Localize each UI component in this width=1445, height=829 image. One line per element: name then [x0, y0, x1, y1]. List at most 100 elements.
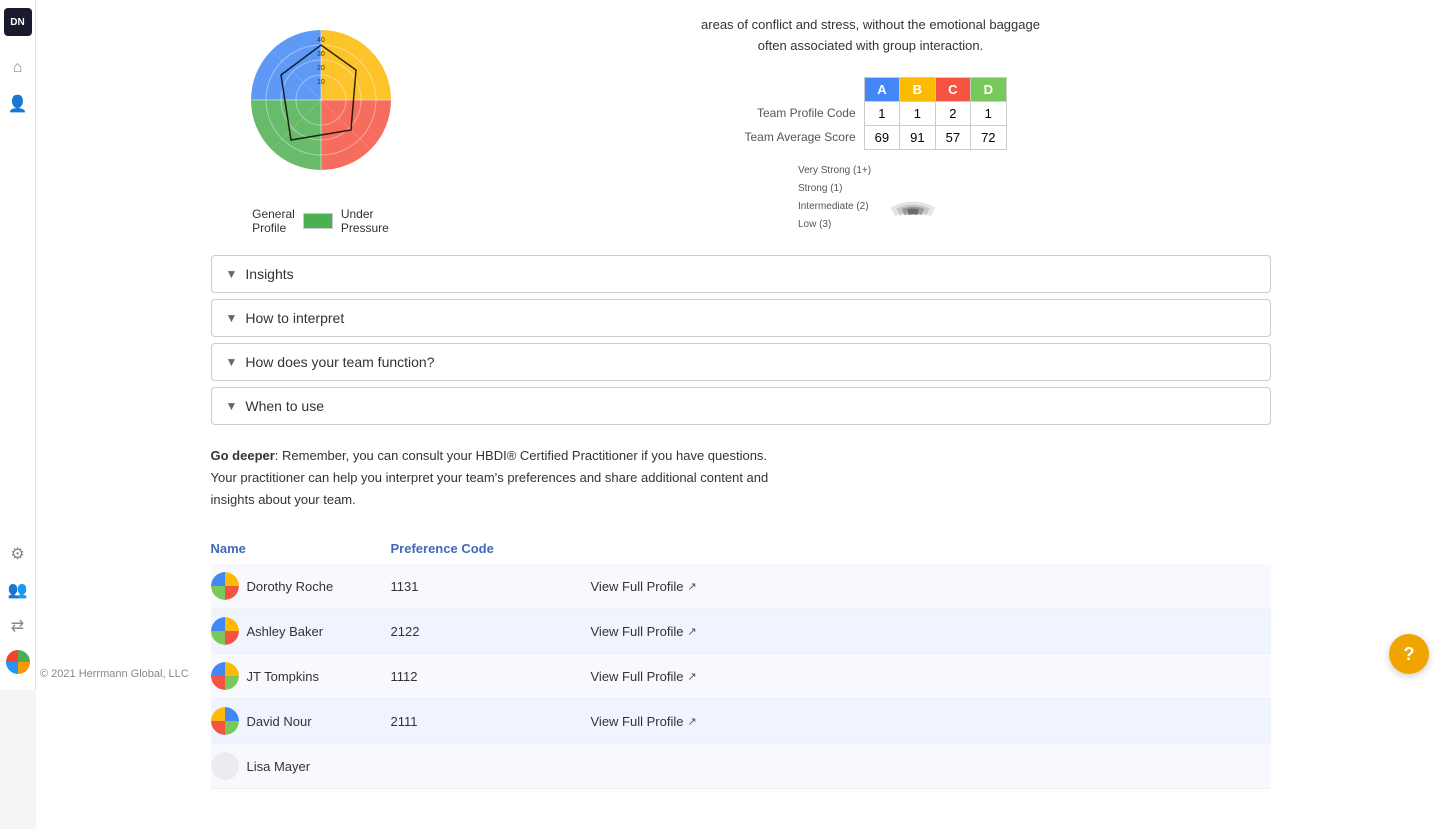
accordion-item-insights[interactable]: ▼ Insights [211, 255, 1271, 293]
chevron-down-icon: ▼ [226, 267, 238, 281]
transfer-icon[interactable]: ⇄ [6, 614, 30, 638]
col-header-a: A [864, 77, 899, 101]
svg-text:30: 30 [317, 51, 325, 58]
label-low: Low (3) [798, 216, 871, 234]
avatar [211, 662, 239, 690]
go-deeper-text: : Remember, you can consult your HBDI® C… [211, 448, 769, 507]
accordion-item-when[interactable]: ▼ When to use [211, 387, 1271, 425]
chevron-down-icon: ▼ [226, 399, 238, 413]
member-name: Lisa Mayer [247, 759, 311, 774]
svg-text:40: 40 [317, 37, 325, 44]
svg-text:20: 20 [317, 65, 325, 72]
arc-legend-svg [883, 162, 943, 217]
team-member-name-0: Dorothy Roche [211, 572, 391, 600]
chart-legend: General Profile Under Pressure [211, 207, 431, 235]
cell-d1: 1 [971, 101, 1006, 125]
pref-code-0: 1131 [391, 579, 591, 594]
footer-text: © 2021 Herrmann Global, LLC [40, 668, 189, 680]
list-item: JT Tompkins 1112 View Full Profile ↗ [211, 654, 1271, 699]
accordion-label-interpret: How to interpret [245, 310, 344, 326]
member-name: Ashley Baker [247, 624, 324, 639]
go-deeper-bold: Go deeper [211, 448, 275, 463]
accordion-header-insights: ▼ Insights [212, 256, 1270, 292]
list-item: David Nour 2111 View Full Profile ↗ [211, 699, 1271, 744]
row-label-2: Team Average Score [734, 125, 864, 149]
info-text: areas of conflict and stress, without th… [696, 15, 1046, 57]
team-icon[interactable]: 👥 [6, 578, 30, 602]
cell-b2: 91 [900, 125, 935, 149]
person-icon[interactable]: 👤 [6, 92, 30, 116]
help-button[interactable]: ? [1389, 634, 1429, 674]
team-table-header: Name Preference Code [211, 535, 1271, 562]
accordion-label-function: How does your team function? [245, 354, 434, 370]
go-deeper: Go deeper: Remember, you can consult you… [211, 445, 771, 511]
cell-c2: 57 [935, 125, 970, 149]
accordion-label-when: When to use [245, 398, 324, 414]
col-pref-header: Preference Code [391, 541, 591, 556]
view-profile-link-0[interactable]: View Full Profile ↗ [591, 579, 697, 594]
team-member-name-4: Lisa Mayer [211, 752, 391, 780]
info-panel: areas of conflict and stress, without th… [471, 10, 1271, 234]
label-very-strong: Very Strong (1+) [798, 162, 871, 180]
avatar [211, 572, 239, 600]
svg-text:10: 10 [317, 79, 325, 86]
col-name-header: Name [211, 541, 391, 556]
pref-code-1: 2122 [391, 624, 591, 639]
accordion-header-interpret: ▼ How to interpret [212, 300, 1270, 336]
table-row: Team Profile Code 1 1 2 1 [734, 101, 1006, 125]
settings-icon[interactable]: ⚙ [6, 542, 30, 566]
accordion-item-interpret[interactable]: ▼ How to interpret [211, 299, 1271, 337]
cell-c1: 2 [935, 101, 970, 125]
member-name: David Nour [247, 714, 312, 729]
col-header-b: B [900, 77, 935, 101]
cell-b1: 1 [900, 101, 935, 125]
accordion-header-function: ▼ How does your team function? [212, 344, 1270, 380]
strength-labels: Very Strong (1+) Strong (1) Intermediate… [798, 162, 871, 234]
team-member-name-2: JT Tompkins [211, 662, 391, 690]
team-table-section: Name Preference Code Dorothy Roche 1131 … [211, 535, 1271, 789]
cell-a2: 69 [864, 125, 899, 149]
avatar [211, 752, 239, 780]
pref-code-2: 1112 [391, 669, 591, 684]
accordion-label-insights: Insights [245, 266, 293, 282]
avatar [211, 707, 239, 735]
accordion-section: ▼ Insights ▼ How to interpret ▼ How does… [211, 255, 1271, 425]
col-header-d: D [971, 77, 1006, 101]
list-item: Lisa Mayer [211, 744, 1271, 789]
profile-table: A B C D Team Profile Code 1 1 2 [734, 77, 1006, 150]
label-intermediate: Intermediate (2) [798, 198, 871, 216]
table-row: Team Average Score 69 91 57 72 [734, 125, 1006, 149]
footer: © 2021 Herrmann Global, LLC [40, 668, 189, 680]
legend-box-green [303, 213, 333, 229]
accordion-header-when: ▼ When to use [212, 388, 1270, 424]
chevron-down-icon: ▼ [226, 355, 238, 369]
main-content: 40 30 20 10 General Profile Under Pressu… [36, 0, 1445, 829]
sidebar: DN ⌂ 👤 ⚙ 👥 ⇄ [0, 0, 36, 690]
label-strong: Strong (1) [798, 180, 871, 198]
under-pressure-label: Under Pressure [341, 207, 389, 235]
chevron-down-icon: ▼ [226, 311, 238, 325]
cell-d2: 72 [971, 125, 1006, 149]
view-profile-link-2[interactable]: View Full Profile ↗ [591, 669, 697, 684]
team-member-name-1: Ashley Baker [211, 617, 391, 645]
external-link-icon: ↗ [687, 670, 696, 683]
general-profile-label: General Profile [252, 207, 295, 235]
accordion-item-function[interactable]: ▼ How does your team function? [211, 343, 1271, 381]
external-link-icon: ↗ [687, 715, 696, 728]
sidebar-logo[interactable]: DN [4, 8, 32, 36]
cell-a1: 1 [864, 101, 899, 125]
view-profile-link-1[interactable]: View Full Profile ↗ [591, 624, 697, 639]
profile-table-wrapper: A B C D Team Profile Code 1 1 2 [471, 77, 1271, 150]
view-profile-link-3[interactable]: View Full Profile ↗ [591, 714, 697, 729]
team-member-name-3: David Nour [211, 707, 391, 735]
list-item: Ashley Baker 2122 View Full Profile ↗ [211, 609, 1271, 654]
member-name: JT Tompkins [247, 669, 320, 684]
brain-chart-container: 40 30 20 10 General Profile Under Pressu… [211, 10, 431, 235]
top-section: 40 30 20 10 General Profile Under Pressu… [211, 0, 1271, 235]
avatar [211, 617, 239, 645]
home-icon[interactable]: ⌂ [6, 56, 30, 80]
row-label-1: Team Profile Code [734, 101, 864, 125]
pref-code-3: 2111 [391, 714, 591, 729]
avatar[interactable] [6, 650, 30, 674]
member-name: Dorothy Roche [247, 579, 334, 594]
